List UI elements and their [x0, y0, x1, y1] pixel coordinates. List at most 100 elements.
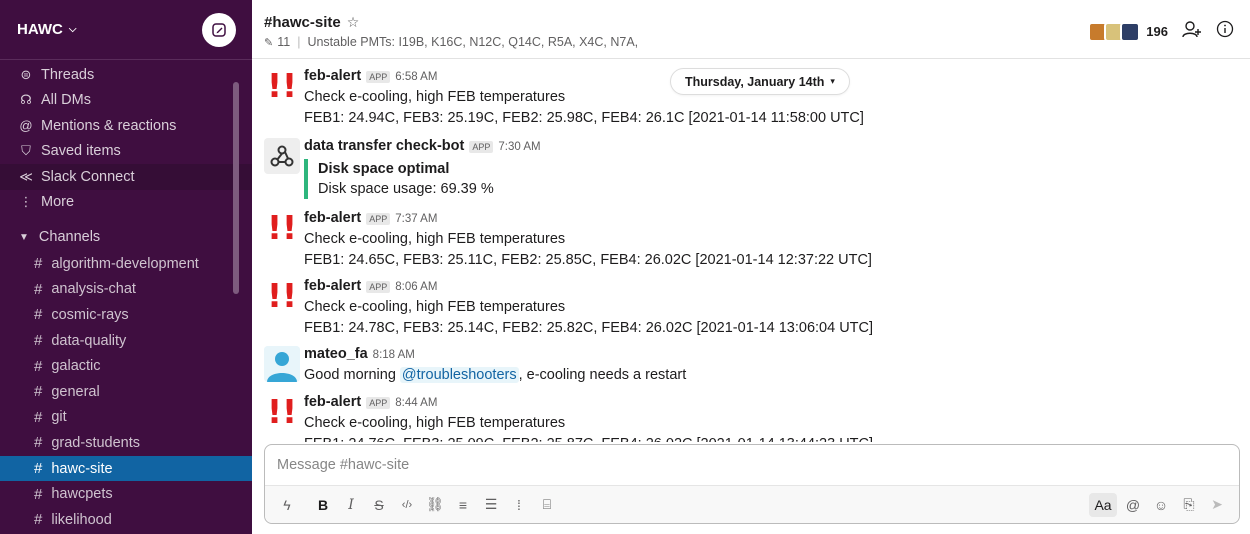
formatting-toggle-button[interactable]: Aa — [1089, 492, 1117, 517]
sidebar-item-mentions[interactable]: @ Mentions & reactions — [0, 113, 252, 139]
hash-icon: # — [34, 280, 43, 298]
app-badge: APP — [469, 141, 494, 153]
avatar — [1120, 21, 1141, 42]
user-group-mention[interactable]: @troubleshooters — [399, 367, 519, 383]
workspace-name[interactable]: HAWC ⌵ — [17, 21, 76, 38]
message-author[interactable]: feb-alert — [304, 394, 361, 410]
alert-avatar[interactable]: !! — [264, 394, 300, 430]
message-input[interactable]: Message #hawc-site — [265, 445, 1239, 485]
blockquote-icon[interactable]: ⁞ — [507, 493, 531, 517]
message-time[interactable]: 6:58 AM — [395, 71, 437, 83]
message-author[interactable]: data transfer check-bot — [304, 138, 464, 154]
sidebar-item-channel-data-quality[interactable]: # data-quality — [0, 328, 252, 354]
message-time[interactable]: 8:06 AM — [395, 281, 437, 293]
sidebar-nav: ⊜ Threads ☊ All DMs @ Mentions & reactio… — [0, 60, 252, 215]
sidebar-item-channel-algorithm-development[interactable]: # algorithm-development — [0, 251, 252, 277]
channel-label: general — [51, 383, 100, 400]
member-count: 196 — [1146, 24, 1168, 39]
message-text: Check e-cooling, high FEB temperatures — [304, 415, 566, 431]
ordered-list-icon[interactable]: ≡ — [451, 493, 475, 517]
channel-topic[interactable]: Unstable PMTs: I19B, K16C, N12C, Q14C, R… — [307, 35, 638, 49]
member-avatars[interactable]: 196 — [1088, 21, 1168, 42]
alert-avatar[interactable]: !! — [264, 68, 300, 104]
sidebar-item-all-dms[interactable]: ☊ All DMs — [0, 88, 252, 114]
workspace-header[interactable]: HAWC ⌵ — [0, 0, 252, 60]
sidebar: HAWC ⌵ ⊜ Threads ☊ All DMs @ Mentions & … — [0, 0, 252, 534]
info-icon[interactable] — [1216, 20, 1234, 43]
date-divider[interactable]: Thursday, January 14th ▾ — [670, 68, 850, 95]
alert-avatar[interactable]: !! — [264, 278, 300, 314]
hash-icon: # — [34, 255, 43, 273]
channel-label: hawcpets — [51, 486, 113, 503]
attachment-title: Disk space optimal — [318, 161, 450, 177]
sidebar-item-threads[interactable]: ⊜ Threads — [0, 62, 252, 88]
attachment-icon[interactable]: ⎘ — [1177, 493, 1201, 517]
channel-title[interactable]: #hawc-site ☆ — [264, 14, 359, 31]
message-attachment: Disk space optimal Disk space usage: 69.… — [304, 159, 541, 199]
compose-icon — [212, 22, 226, 37]
channel-label: algorithm-development — [51, 255, 199, 272]
link-icon[interactable]: ⛓ — [423, 493, 447, 517]
sidebar-item-slack-connect[interactable]: ≪ Slack Connect — [0, 164, 252, 190]
message-text: Check e-cooling, high FEB temperatures — [304, 231, 566, 247]
hash-icon: # — [34, 511, 43, 529]
add-member-icon[interactable] — [1182, 20, 1202, 43]
message-text: Check e-cooling, high FEB temperatures — [304, 299, 566, 315]
message-text: FEB1: 24.78C, FEB3: 25.14C, FEB2: 25.82C… — [304, 320, 874, 336]
bulleted-list-icon[interactable]: ☰ — [479, 493, 503, 517]
sidebar-item-more[interactable]: ⋮ More — [0, 190, 252, 216]
webhook-icon — [270, 145, 294, 167]
message-author[interactable]: feb-alert — [304, 68, 361, 84]
sidebar-item-channel-hawc-site[interactable]: # hawc-site — [0, 455, 252, 482]
sidebar-item-channel-git[interactable]: # git — [0, 405, 252, 431]
mention-icon: @ — [19, 118, 33, 134]
sidebar-scrollbar[interactable] — [233, 82, 239, 294]
bold-icon[interactable]: B — [311, 493, 335, 517]
webhook-avatar[interactable] — [264, 138, 300, 174]
sidebar-item-channel-galactic[interactable]: # galactic — [0, 353, 252, 379]
emoji-icon[interactable]: ☺ — [1149, 493, 1173, 517]
message-author[interactable]: feb-alert — [304, 210, 361, 226]
app-badge: APP — [366, 281, 391, 293]
pin-count[interactable]: 11 — [277, 35, 290, 49]
threads-icon: ⊜ — [20, 66, 32, 82]
sidebar-item-channel-cosmic-rays[interactable]: # cosmic-rays — [0, 302, 252, 328]
strikethrough-icon[interactable]: S — [367, 493, 391, 517]
pin-icon[interactable]: ✎ — [264, 36, 273, 49]
main-pane: #hawc-site ☆ ✎ 11 | Unstable PMTs: I19B,… — [252, 0, 1250, 534]
send-icon[interactable]: ➤ — [1205, 493, 1229, 517]
italic-icon[interactable]: I — [339, 493, 363, 517]
message-time[interactable]: 8:18 AM — [373, 349, 415, 361]
message-time[interactable]: 7:30 AM — [498, 141, 540, 153]
sidebar-item-channel-general[interactable]: # general — [0, 379, 252, 405]
mention-icon[interactable]: @ — [1121, 493, 1145, 517]
channel-label: analysis-chat — [51, 281, 136, 298]
channel-header: #hawc-site ☆ ✎ 11 | Unstable PMTs: I19B,… — [252, 0, 1250, 59]
sidebar-item-channel-hawcpets[interactable]: # hawcpets — [0, 481, 252, 507]
message-text: Good morning @troubleshooters, e-cooling… — [304, 367, 687, 383]
composer-toolbar: ϟ B I S ‹/› ⛓ ≡ ☰ ⁞ ⌸ Aa @ ☺ ⎘ ➤ — [265, 485, 1239, 523]
message-author[interactable]: mateo_fa — [304, 346, 368, 362]
sidebar-item-saved[interactable]: ⛉ Saved items — [0, 139, 252, 165]
channel-label: likelihood — [51, 511, 112, 528]
sidebar-item-channel-analysis-chat[interactable]: # analysis-chat — [0, 277, 252, 303]
user-avatar[interactable] — [264, 346, 300, 382]
compose-button[interactable] — [202, 12, 236, 47]
dms-icon: ☊ — [20, 92, 32, 108]
channel-label: cosmic-rays — [51, 306, 129, 323]
channel-label: hawc-site — [51, 460, 113, 477]
channels-section-header[interactable]: ▼ Channels — [0, 223, 252, 251]
star-icon[interactable]: ☆ — [347, 14, 360, 31]
shortcuts-icon[interactable]: ϟ — [275, 493, 299, 517]
sidebar-item-channel-likelihood[interactable]: # likelihood — [0, 507, 252, 533]
sidebar-item-channel-grad-students[interactable]: # grad-students — [0, 430, 252, 456]
more-icon: ⋮ — [19, 194, 33, 210]
message-time[interactable]: 7:37 AM — [395, 213, 437, 225]
code-icon[interactable]: ‹/› — [395, 493, 419, 517]
message-text: FEB1: 24.65C, FEB3: 25.11C, FEB2: 25.85C… — [304, 252, 872, 268]
message-text: FEB1: 24.76C, FEB3: 25.09C, FEB2: 25.87C… — [304, 434, 873, 442]
message-time[interactable]: 8:44 AM — [395, 397, 437, 409]
message-author[interactable]: feb-alert — [304, 278, 361, 294]
alert-avatar[interactable]: !! — [264, 210, 300, 246]
code-block-icon[interactable]: ⌸ — [535, 493, 559, 517]
